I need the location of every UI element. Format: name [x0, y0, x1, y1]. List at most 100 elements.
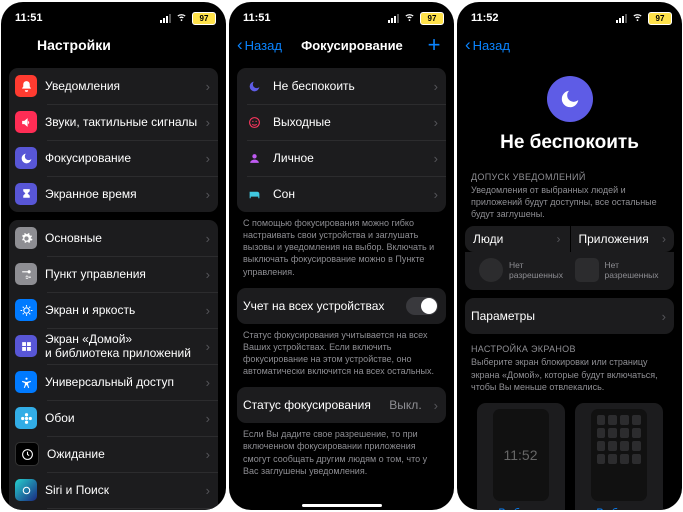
- tab-apps[interactable]: Приложения ›: [570, 226, 675, 252]
- chevron-right-icon: ›: [206, 375, 210, 390]
- tab-label: Люди: [473, 232, 551, 246]
- chevron-right-icon: ›: [206, 339, 210, 354]
- allow-sub: Уведомления от выбранных людей и приложе…: [457, 184, 682, 222]
- row-label: Обои: [45, 411, 198, 425]
- chevron-right-icon: ›: [206, 447, 210, 462]
- row-standby[interactable]: Ожидание ›: [9, 436, 218, 472]
- grid-icon: [15, 335, 37, 357]
- chevron-right-icon: ›: [206, 151, 210, 166]
- row-focus-status[interactable]: Статус фокусирования Выкл. ›: [237, 387, 446, 423]
- row-siri[interactable]: Siri и Поиск ›: [9, 472, 218, 508]
- chevron-right-icon: ›: [662, 309, 666, 324]
- chevron-right-icon: ›: [206, 303, 210, 318]
- row-label: Универсальный доступ: [45, 375, 198, 389]
- row-home-screen[interactable]: Экран «Домой» и библиотека приложений ›: [9, 328, 218, 364]
- status-right: 97: [616, 11, 672, 25]
- person-icon: [243, 147, 265, 169]
- row-screentime[interactable]: Экранное время ›: [9, 176, 218, 212]
- chevron-right-icon: ›: [434, 187, 438, 202]
- row-label: Экран и яркость: [45, 303, 198, 317]
- sync-footer-note: Статус фокусирования учитывается на всех…: [229, 324, 454, 380]
- row-accessibility[interactable]: Универсальный доступ ›: [9, 364, 218, 400]
- row-label: Выходные: [273, 115, 426, 129]
- row-notifications[interactable]: Уведомления ›: [9, 68, 218, 104]
- homescreen-preview: [591, 409, 647, 501]
- lockscreen-card[interactable]: 11:52 Выбрать: [477, 403, 565, 510]
- chevron-right-icon: ›: [206, 79, 210, 94]
- chevron-right-icon: ›: [662, 232, 666, 246]
- row-focus[interactable]: Фокусирование ›: [9, 140, 218, 176]
- speaker-icon: [15, 111, 37, 133]
- phone-dnd-detail: 11:52 97 ‹ Назад Не беспокоить ДОПУСК УВ…: [457, 2, 682, 510]
- row-label: Параметры: [471, 309, 654, 323]
- wifi-icon: [403, 11, 416, 25]
- select-home-button[interactable]: Выбрать: [596, 501, 640, 510]
- params-group: Параметры ›: [465, 298, 674, 334]
- phone-settings-root: 11:51 97 Настройки Уведомления › Звуки, …: [1, 2, 226, 510]
- hourglass-icon: [15, 183, 37, 205]
- chevron-right-icon: ›: [206, 231, 210, 246]
- empty-text: Нет разрешенных: [509, 260, 563, 280]
- cellular-icon: [160, 14, 171, 23]
- row-display[interactable]: Экран и яркость ›: [9, 292, 218, 328]
- lock-time: 11:52: [504, 447, 538, 463]
- app-placeholder-icon: [575, 258, 599, 282]
- row-parameters[interactable]: Параметры ›: [465, 298, 674, 334]
- chevron-right-icon: ›: [206, 411, 210, 426]
- add-button[interactable]: +: [422, 32, 446, 58]
- wifi-icon: [175, 11, 188, 25]
- chevron-right-icon: ›: [434, 398, 438, 413]
- nav-bar: ‹ Назад Фокусирование +: [229, 30, 454, 60]
- sync-group: Учет на всех устройствах: [237, 288, 446, 324]
- gear-icon: [15, 227, 37, 249]
- back-label: Назад: [245, 38, 282, 53]
- row-label: Экранное время: [45, 187, 198, 201]
- hero: Не беспокоить: [457, 60, 682, 162]
- clock-icon: [15, 442, 39, 466]
- status-time: 11:51: [15, 12, 160, 24]
- bed-icon: [243, 183, 265, 205]
- toggle-sync[interactable]: [406, 297, 438, 315]
- cellular-icon: [388, 14, 399, 23]
- row-weekend[interactable]: Выходные ›: [237, 104, 446, 140]
- row-label: Личное: [273, 151, 426, 165]
- allow-header: ДОПУСК УВЕДОМЛЕНИЙ: [457, 162, 682, 184]
- back-button[interactable]: ‹ Назад: [465, 35, 510, 55]
- status-time: 11:52: [471, 12, 616, 24]
- tab-people[interactable]: Люди ›: [465, 226, 569, 252]
- row-personal[interactable]: Личное ›: [237, 140, 446, 176]
- row-faceid[interactable]: Face ID и код-пароль ›: [9, 508, 218, 510]
- homescreen-card[interactable]: Выбрать: [575, 403, 663, 510]
- allowed-apps-empty: Нет разрешенных: [575, 258, 661, 282]
- moon-icon: [15, 147, 37, 169]
- select-lock-button[interactable]: Выбрать: [498, 501, 542, 510]
- chevron-left-icon: ‹: [465, 35, 471, 55]
- home-indicator[interactable]: [302, 504, 382, 507]
- bell-icon: [15, 75, 37, 97]
- row-sounds[interactable]: Звуки, тактильные сигналы ›: [9, 104, 218, 140]
- cellular-icon: [616, 14, 627, 23]
- row-label: Учет на всех устройствах: [243, 299, 398, 313]
- row-dnd[interactable]: Не беспокоить ›: [237, 68, 446, 104]
- back-button[interactable]: ‹ Назад: [237, 35, 282, 55]
- focus-modes-group: Не беспокоить › Выходные › Личное › Сон …: [237, 68, 446, 212]
- modes-footer-note: С помощью фокусирования можно гибко наст…: [229, 212, 454, 280]
- chevron-left-icon: ‹: [237, 35, 243, 55]
- row-label: Siri и Поиск: [45, 483, 198, 497]
- row-label: Ожидание: [47, 447, 198, 461]
- row-sync-devices[interactable]: Учет на всех устройствах: [237, 288, 446, 324]
- nav-bar: Настройки: [1, 30, 226, 60]
- row-label: Не беспокоить: [273, 79, 426, 93]
- page-title: Настройки: [9, 37, 218, 53]
- moon-icon: [547, 76, 593, 122]
- toggles-icon: [15, 263, 37, 285]
- row-general[interactable]: Основные ›: [9, 220, 218, 256]
- screens-sub: Выберите экран блокировки или страницу э…: [457, 356, 682, 394]
- status-right: 97: [388, 11, 444, 25]
- hero-title: Не беспокоить: [465, 132, 674, 154]
- empty-text: Нет разрешенных: [605, 260, 659, 280]
- row-wallpaper[interactable]: Обои ›: [9, 400, 218, 436]
- row-control-center[interactable]: Пункт управления ›: [9, 256, 218, 292]
- row-sleep[interactable]: Сон ›: [237, 176, 446, 212]
- lockscreen-preview: 11:52: [493, 409, 549, 501]
